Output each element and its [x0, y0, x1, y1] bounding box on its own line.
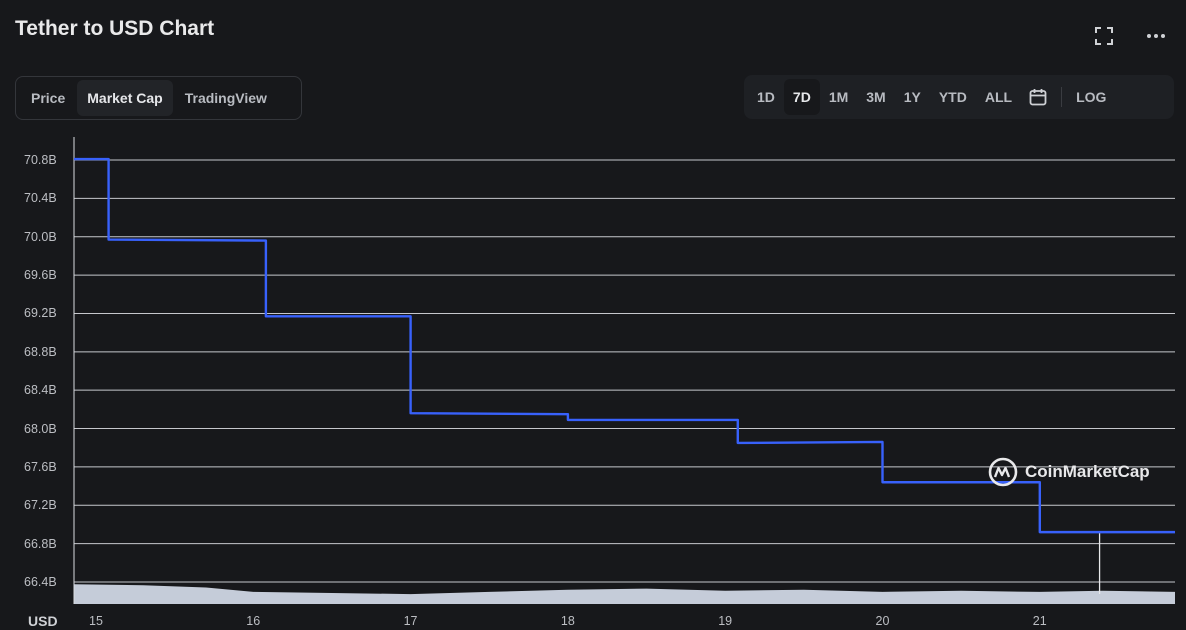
y-tick-label: 68.0B — [24, 421, 57, 436]
y-tick-label: 67.2B — [24, 498, 57, 513]
y-tick-label: 68.8B — [24, 344, 57, 359]
y-tick-label: 66.4B — [24, 575, 57, 589]
y-tick-label: 70.8B — [24, 153, 57, 167]
y-tick-label: 69.2B — [24, 306, 57, 321]
x-tick-label: 20 — [875, 614, 890, 628]
x-tick-label: 16 — [246, 614, 261, 628]
y-tick-label: 68.4B — [24, 383, 57, 398]
coinmarketcap-logo-icon — [988, 457, 1018, 487]
y-tick-label: 70.4B — [24, 191, 57, 206]
currency-label: USD — [28, 613, 58, 629]
y-tick-label: 70.0B — [24, 229, 57, 244]
coinmarketcap-watermark: CoinMarketCap — [987, 456, 1150, 488]
y-tick-label: 67.6B — [24, 459, 57, 474]
y-tick-label: 66.8B — [24, 536, 57, 551]
x-tick-label: 21 — [1032, 614, 1047, 628]
x-tick-label: 18 — [560, 614, 575, 628]
market-cap-chart — [73, 137, 1175, 604]
x-tick-label: 19 — [718, 614, 733, 628]
watermark-text: CoinMarketCap — [1025, 462, 1150, 481]
y-tick-label: 69.6B — [24, 268, 57, 283]
volume-area — [74, 584, 1175, 604]
x-tick-label: 17 — [403, 614, 418, 628]
x-tick-label: 15 — [89, 614, 103, 628]
